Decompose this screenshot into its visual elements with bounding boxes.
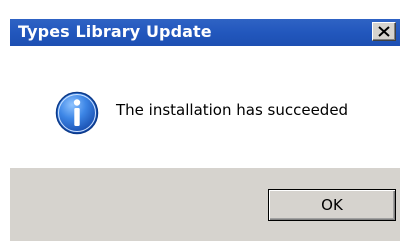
dialog-content: The installation has succeeded [10,46,400,168]
close-icon [378,26,390,37]
dialog-message: The installation has succeeded [116,101,349,119]
dialog-titlebar[interactable]: Types Library Update [10,19,400,46]
close-button[interactable] [372,22,396,41]
ok-button[interactable]: OK [268,189,396,221]
dialog-title: Types Library Update [18,22,212,41]
info-icon [55,91,99,135]
dialog-footer: OK [10,168,400,241]
message-dialog: Types Library Update The installation ha… [0,0,400,241]
